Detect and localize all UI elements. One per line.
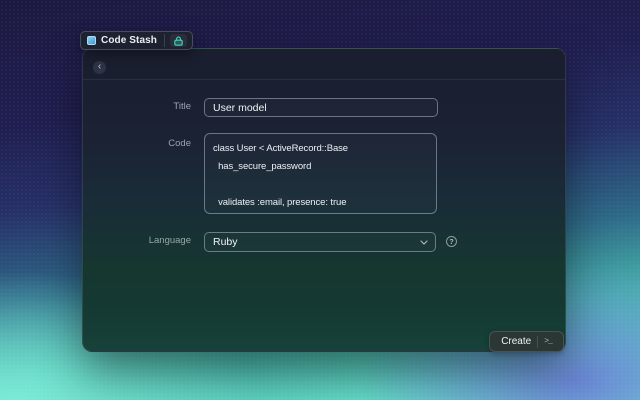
code-content: class User < ActiveRecord::Base has_secu… — [213, 143, 424, 214]
language-selected-value: Ruby — [213, 236, 420, 248]
create-button[interactable]: Create >_ — [489, 331, 564, 352]
code-label: Code — [123, 138, 191, 150]
language-label: Language — [123, 235, 191, 247]
title-label: Title — [123, 101, 191, 113]
header-divider — [83, 79, 565, 80]
create-button-divider — [537, 336, 538, 348]
create-button-label: Create — [501, 336, 531, 347]
tab-divider — [164, 34, 165, 47]
help-icon[interactable]: ? — [446, 236, 457, 247]
app-tab-title: Code Stash — [101, 35, 157, 46]
chevron-left-icon: ‹ — [98, 62, 101, 72]
title-input[interactable] — [204, 98, 438, 117]
language-select[interactable]: Ruby — [204, 232, 436, 252]
chevron-down-icon — [420, 240, 428, 245]
app-window: ‹ Title Code class User < ActiveRecord::… — [82, 48, 566, 352]
code-textarea[interactable]: class User < ActiveRecord::Base has_secu… — [204, 133, 437, 214]
app-tab[interactable]: Code Stash — [80, 31, 193, 50]
terminal-prompt-icon: >_ — [544, 337, 552, 346]
back-button[interactable]: ‹ — [93, 61, 106, 74]
code-stash-logo-icon — [87, 36, 96, 45]
lock-icon[interactable] — [170, 34, 187, 47]
